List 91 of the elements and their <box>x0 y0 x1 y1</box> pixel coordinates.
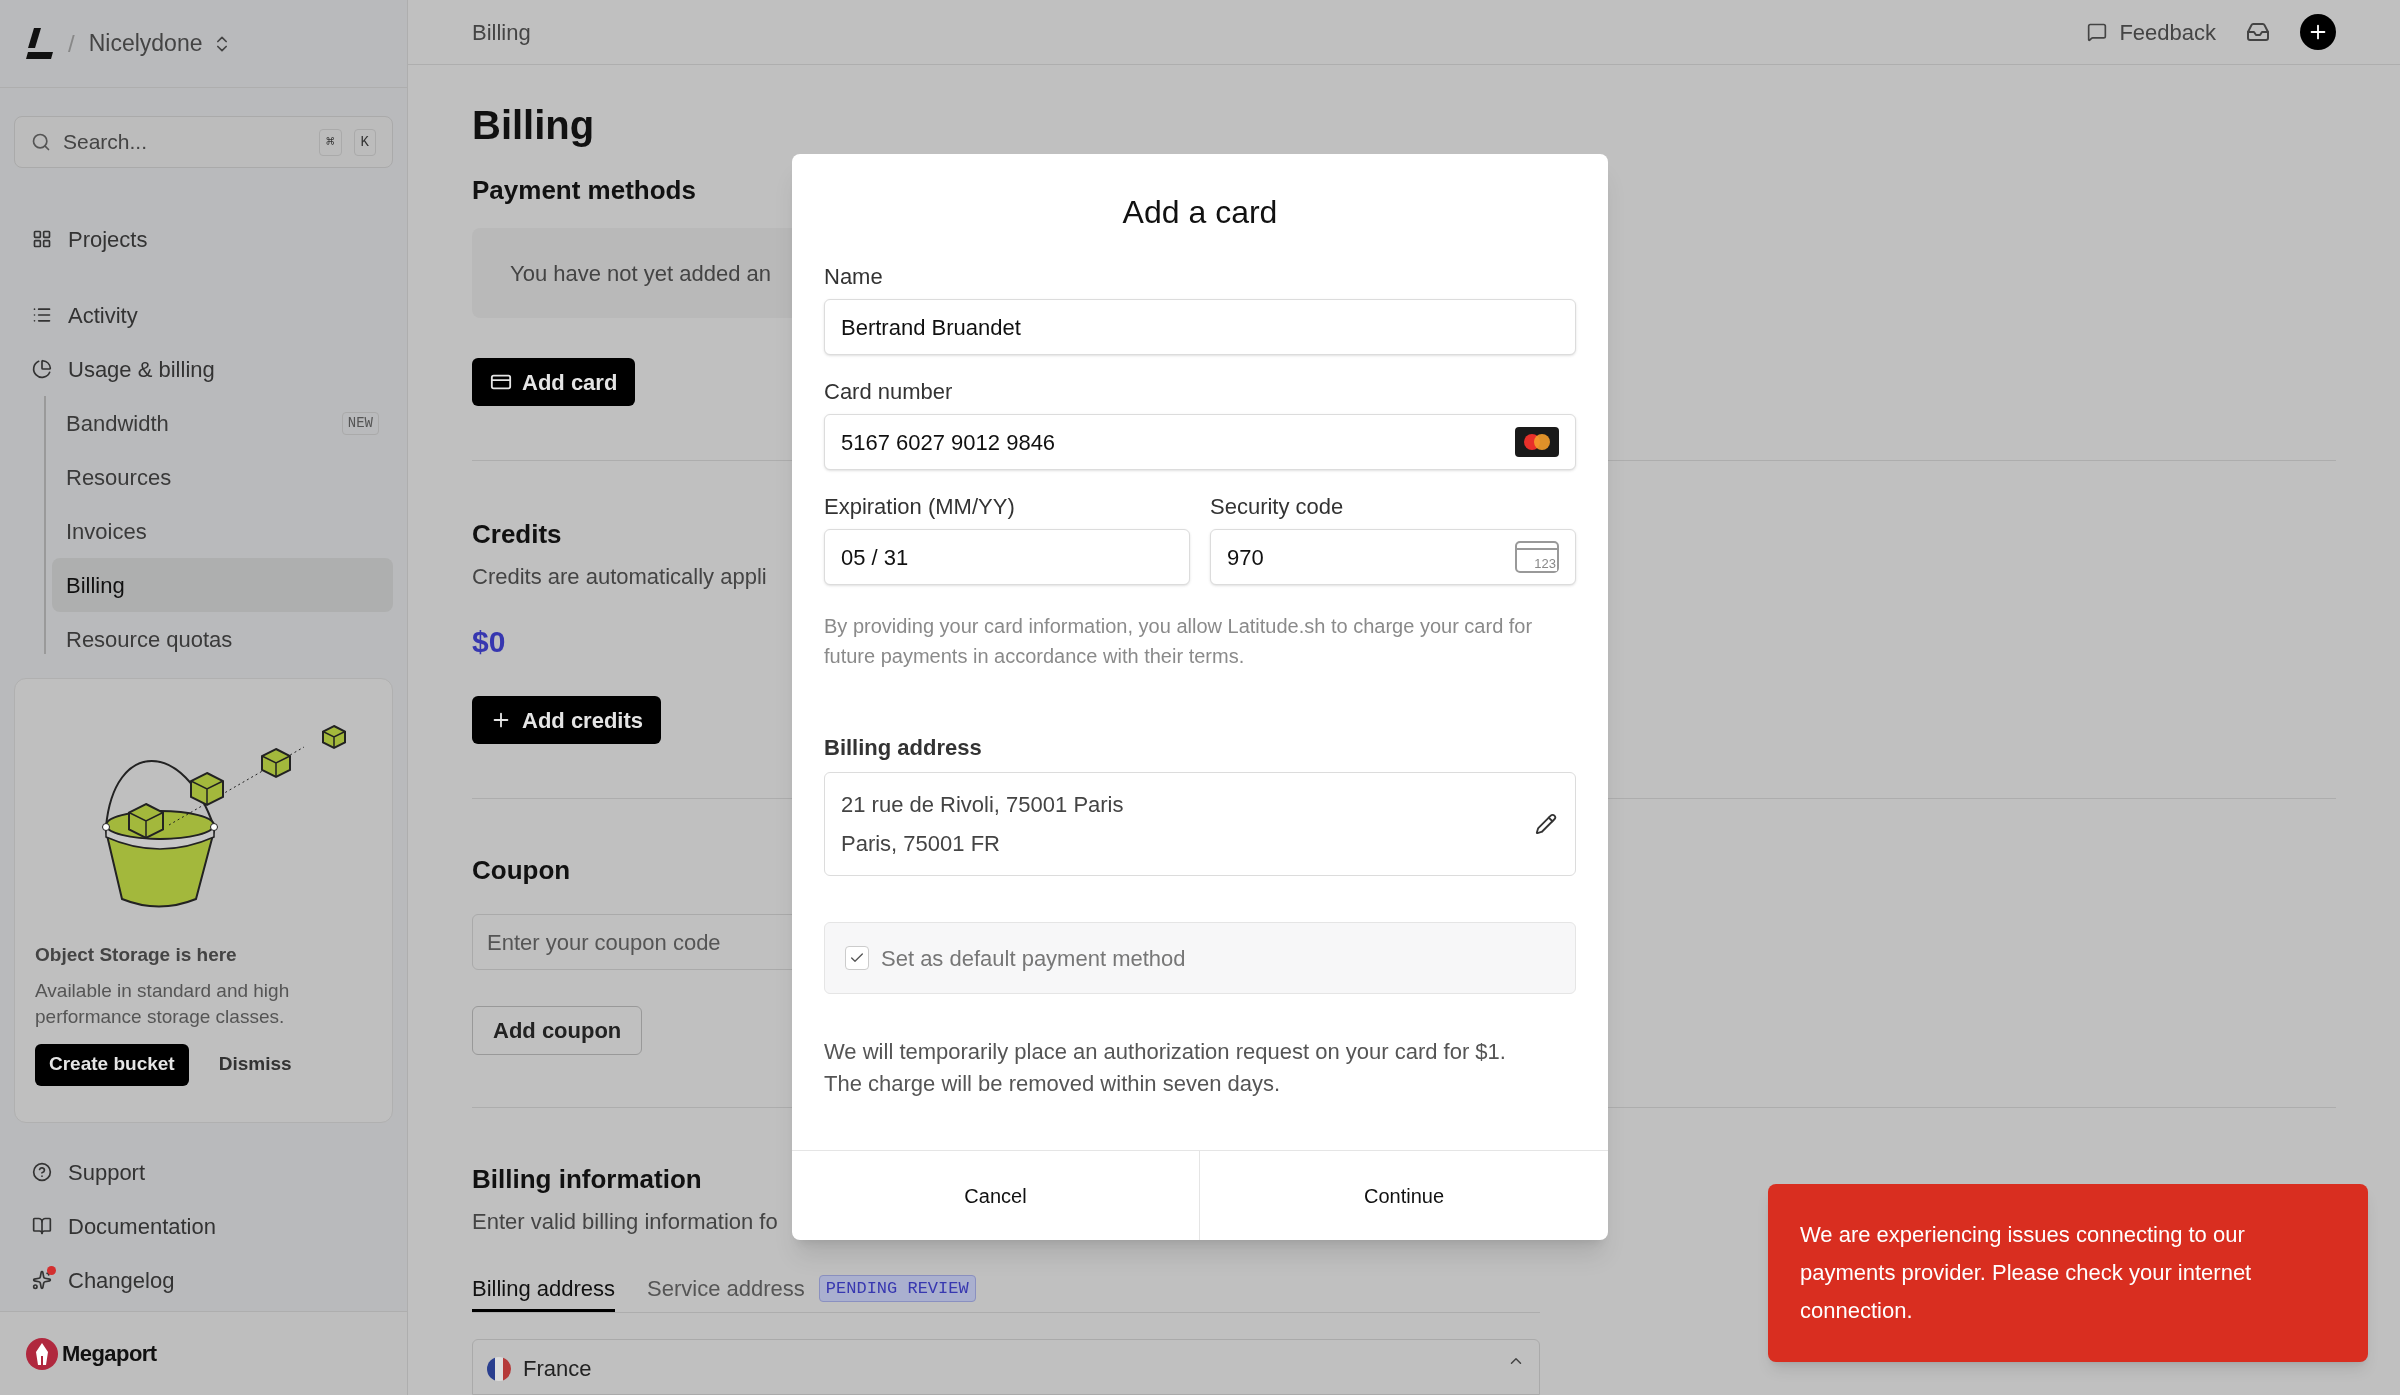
add-card-button[interactable]: Add card <box>472 358 636 406</box>
continue-button[interactable]: Continue <box>1200 1151 1608 1240</box>
brand-name: Megaport <box>62 1340 157 1368</box>
logo-icon[interactable] <box>26 27 54 60</box>
dismiss-button[interactable]: Dismiss <box>218 1050 292 1079</box>
field-label: Expiration (MM/YY) <box>824 493 1016 521</box>
inbox-icon[interactable] <box>2246 20 2270 44</box>
nav-subitem-label: Resources <box>66 463 172 492</box>
section-heading: Payment methods <box>472 174 696 207</box>
cancel-button[interactable]: Cancel <box>792 1151 1200 1240</box>
book-icon <box>32 1216 52 1236</box>
nav-subitem[interactable]: Invoices <box>52 504 393 558</box>
coupon-placeholder: Enter your coupon code <box>487 928 721 957</box>
field-value: 5167 6027 9012 9846 <box>841 428 1056 457</box>
field-label: Security code <box>1210 493 1345 521</box>
tab[interactable]: Service address PENDING REVIEW <box>647 1268 976 1312</box>
address-card[interactable]: 21 rue de Rivoli, 75001 Paris Paris, 75001 FR <box>824 772 1576 876</box>
nav-item[interactable]: Support <box>0 1145 407 1199</box>
sparkles-icon <box>32 1270 52 1290</box>
security-code-icon: 123 <box>1515 541 1559 573</box>
default-method-row[interactable]: Set as default payment method <box>824 922 1576 994</box>
tab-label: Service address <box>647 1275 805 1303</box>
country-value: France <box>523 1355 592 1383</box>
nav-subitem[interactable]: Resources <box>52 450 393 504</box>
tab-label: Billing address <box>472 1275 616 1303</box>
address-line: 21 rue de Rivoli, 75001 Paris <box>841 791 1124 819</box>
breadcrumb: Billing <box>472 18 531 47</box>
section-description: Enter valid billing information fo <box>472 1208 778 1236</box>
nav-item[interactable]: Projects <box>0 212 407 266</box>
input-field[interactable]: 05 / 31 <box>824 529 1190 585</box>
add-credits-button[interactable]: Add credits <box>472 696 662 744</box>
search-icon <box>31 132 51 152</box>
grid-icon <box>32 229 52 249</box>
toast-message: We are experiencing issues connecting to our payments provider. Please check your internet connection. <box>1800 1221 2253 1325</box>
section-heading: Billing information <box>472 1163 702 1196</box>
section-description: Credits are automatically appli <box>472 563 767 591</box>
field-value: 05 / 31 <box>841 543 909 572</box>
dialog-title: Add a card <box>1121 193 1279 232</box>
input-field[interactable]: 970 123 <box>1210 529 1576 585</box>
input-field[interactable]: Bertrand Bruandet <box>824 299 1576 355</box>
address-line: Paris, 75001 FR <box>841 830 1001 858</box>
card-brand-icon <box>1515 427 1559 457</box>
section-heading: Credits <box>472 518 562 551</box>
nav-item[interactable]: Documentation <box>0 1199 407 1253</box>
disclaimer-text: By providing your card information, you allow Latitude.sh to charge your card for future payments in accordance with their terms. <box>824 614 1534 669</box>
add-button[interactable] <box>2300 14 2336 50</box>
field-value: Bertrand Bruandet <box>841 313 1021 342</box>
empty-state-text: You have not yet added an <box>510 259 771 288</box>
notice-text: We will temporarily place an authorization request on your card for $1. <box>824 1038 1507 1066</box>
nav-subitem[interactable]: Bandwidth NEW <box>52 396 393 450</box>
feedback-button[interactable]: Feedback <box>2087 15 2216 49</box>
promo-text: Available in standard and high performance storage classes. <box>35 978 291 1029</box>
tab[interactable]: Billing address <box>472 1268 616 1312</box>
flag-icon <box>487 1356 511 1381</box>
pie-chart-icon <box>32 359 52 379</box>
notice-text: The charge will be removed within seven days. <box>824 1070 1282 1098</box>
section-heading: Coupon <box>472 854 571 887</box>
field-value: 970 <box>1227 543 1264 572</box>
create-bucket-button[interactable]: Create bucket <box>35 1043 189 1086</box>
list-icon <box>32 305 52 325</box>
nav-subitem-label: Billing <box>66 571 125 600</box>
nav-item[interactable]: Changelog <box>0 1253 407 1307</box>
checkbox[interactable] <box>845 946 869 970</box>
search-placeholder: Search... <box>63 129 149 156</box>
nav-item[interactable]: Activity <box>0 288 407 342</box>
credit-balance: $0 <box>472 624 506 660</box>
shortcut-key: ⌘ <box>319 128 342 156</box>
status-tag: PENDING REVIEW <box>818 1274 976 1303</box>
nav-subitem[interactable]: Resource quotas <box>52 612 393 654</box>
page-title: Billing <box>472 102 595 149</box>
help-icon <box>32 1162 52 1182</box>
shortcut-key: K <box>353 128 376 156</box>
field-label: Billing address <box>824 734 983 762</box>
search-field[interactable]: Search... ⌘ K <box>14 116 393 168</box>
field-label: Name <box>824 263 884 291</box>
nav-item[interactable]: Usage & billing <box>0 342 407 396</box>
chat-icon <box>2087 22 2108 42</box>
edit-icon[interactable] <box>1535 813 1557 835</box>
add-coupon-button[interactable]: Add coupon <box>472 1006 643 1055</box>
breadcrumb-separator: / <box>68 28 75 59</box>
field-label: Card number <box>824 378 954 406</box>
nav-subitem-label: Bandwidth <box>66 409 169 438</box>
brand-logo-icon <box>26 1337 58 1370</box>
nav-subitem[interactable]: Billing <box>52 558 393 612</box>
new-tag: NEW <box>341 411 379 435</box>
nav-subitem-label: Resource quotas <box>66 625 233 654</box>
promo-title: Object Storage is here <box>35 943 238 967</box>
country-select[interactable]: France <box>472 1339 1540 1395</box>
input-field[interactable]: 5167 6027 9012 9846 <box>824 414 1576 470</box>
workspace-switcher[interactable]: Nicelydone <box>88 26 233 61</box>
nav-subitem-label: Invoices <box>66 517 147 546</box>
